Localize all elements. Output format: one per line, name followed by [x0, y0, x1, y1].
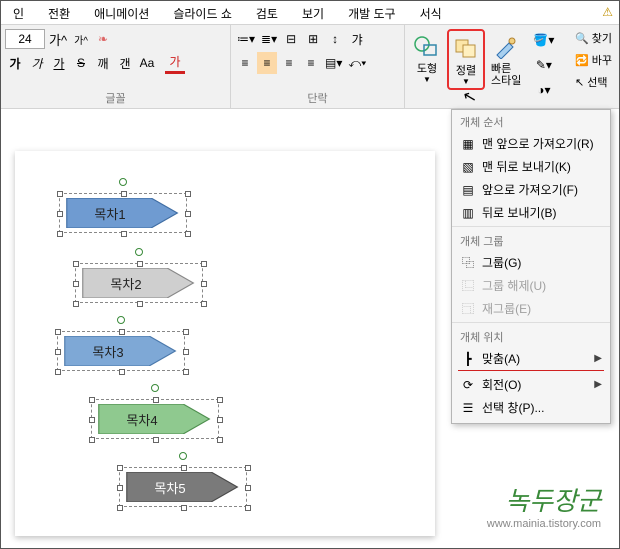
- bring-to-front-icon: ▦: [460, 136, 476, 152]
- bullets-button[interactable]: ≔▾: [235, 28, 257, 50]
- warning-icon: ⚠: [596, 1, 619, 24]
- shape-1[interactable]: 목차1: [59, 193, 187, 233]
- rotate-item[interactable]: ⟳ 회전(O) ▶: [452, 373, 610, 396]
- selection-pane-icon: ☰: [460, 400, 476, 416]
- select-button[interactable]: ↖선택: [571, 71, 619, 93]
- align-icon: ┣: [460, 351, 476, 367]
- align-left-button[interactable]: ≡: [235, 52, 255, 74]
- dd-section-order: 개체 순서: [452, 110, 610, 132]
- group-item[interactable]: ⿻ 그룹(G): [452, 251, 610, 274]
- regroup-item: ⿹ 재그룹(E): [452, 297, 610, 320]
- bring-forward-item[interactable]: ▤ 앞으로 가져오기(F): [452, 178, 610, 201]
- text-direction-button[interactable]: 갸: [347, 28, 367, 50]
- watermark: 녹두장군 www.mainia.tistory.com: [487, 481, 601, 530]
- strike-button[interactable]: S: [71, 52, 91, 74]
- clear-format-button[interactable]: ❧: [93, 28, 113, 50]
- quick-styles-button[interactable]: 빠른 스타일: [487, 29, 525, 89]
- send-backward-item[interactable]: ▥ 뒤로 보내기(B): [452, 201, 610, 224]
- bring-to-front-item[interactable]: ▦ 맨 앞으로 가져오기(R): [452, 132, 610, 155]
- font-color-button[interactable]: 가: [165, 52, 185, 74]
- tab-4[interactable]: 검토: [244, 1, 290, 24]
- align-center-button[interactable]: ≡: [257, 52, 277, 74]
- dd-section-group: 개체 그룹: [452, 229, 610, 251]
- tab-5[interactable]: 보기: [290, 1, 336, 24]
- shapes-icon: [413, 31, 441, 63]
- shape-3[interactable]: 목차3: [57, 331, 185, 371]
- indent-inc-button[interactable]: ⊞: [303, 28, 323, 50]
- paragraph-group: ≔▾ ≣▾ ⊟ ⊞ ↕ 갸 ≡ ≡ ≡ ≡ ▤▾ ⤺▾ 단락: [231, 25, 405, 108]
- dd-section-position: 개체 위치: [452, 325, 610, 347]
- ungroup-icon: ⿺: [460, 278, 476, 294]
- rotate-icon: ⟳: [460, 377, 476, 393]
- tab-1[interactable]: 전환: [36, 1, 82, 24]
- group-icon: ⿻: [460, 255, 476, 271]
- bold-button[interactable]: 가: [5, 52, 25, 74]
- tab-0[interactable]: 인: [1, 1, 36, 24]
- arrange-icon: [453, 33, 479, 65]
- arrange-dropdown: 개체 순서 ▦ 맨 앞으로 가져오기(R) ▧ 맨 뒤로 보내기(K) ▤ 앞으…: [451, 109, 611, 424]
- submenu-arrow-icon: ▶: [594, 353, 602, 364]
- selection-pane-item[interactable]: ☰ 선택 창(P)...: [452, 396, 610, 419]
- grow-font-button[interactable]: 가^: [47, 28, 69, 50]
- justify-button[interactable]: ≡: [301, 52, 321, 74]
- numbering-button[interactable]: ≣▾: [259, 28, 279, 50]
- submenu-arrow-icon: ▶: [594, 379, 602, 390]
- ungroup-item: ⿺ 그룹 해제(U): [452, 274, 610, 297]
- send-to-back-icon: ▧: [460, 159, 476, 175]
- shape-outline-button[interactable]: ✎▾: [531, 54, 556, 76]
- tab-3[interactable]: 슬라이드 쇼: [161, 1, 244, 24]
- highlight-underline: [458, 370, 604, 371]
- shape-4[interactable]: 목차4: [91, 399, 219, 439]
- columns-button[interactable]: ▤▾: [323, 52, 344, 74]
- arrange-button[interactable]: 정렬 ▼: [447, 29, 485, 90]
- tab-2[interactable]: 애니메이션: [82, 1, 161, 24]
- slide-canvas[interactable]: 목차1 목차2 목차3 목차4 목차5: [15, 151, 435, 536]
- shape-effects-button[interactable]: ◑▾: [531, 79, 556, 101]
- shadow-button[interactable]: 깨: [93, 52, 113, 74]
- font-group-label: 글꼴: [5, 88, 226, 108]
- editing-tools: 🔍찾기 🔁바꾸 ↖선택: [571, 27, 619, 93]
- case-button[interactable]: Aa: [137, 52, 157, 74]
- shrink-font-button[interactable]: 가^: [71, 28, 91, 50]
- underline-button[interactable]: 가: [49, 52, 69, 74]
- spacing-button[interactable]: 갠: [115, 52, 135, 74]
- find-button[interactable]: 🔍찾기: [571, 27, 619, 49]
- indent-dec-button[interactable]: ⊟: [281, 28, 301, 50]
- send-to-back-item[interactable]: ▧ 맨 뒤로 보내기(K): [452, 155, 610, 178]
- quick-styles-icon: [493, 31, 519, 63]
- font-group: 가^ 가^ ❧ 가 가 가 S 깨 갠 Aa 가 글꼴: [1, 25, 231, 108]
- paragraph-group-label: 단락: [235, 88, 400, 108]
- tab-6[interactable]: 개발 도구: [336, 1, 408, 24]
- bring-forward-icon: ▤: [460, 182, 476, 198]
- regroup-icon: ⿹: [460, 301, 476, 317]
- shape-5[interactable]: 목차5: [119, 467, 247, 507]
- find-icon: 🔍: [575, 32, 589, 45]
- align-item[interactable]: ┣ 맞춤(A) ▶: [452, 347, 610, 370]
- select-cursor-icon: ↖: [575, 76, 584, 89]
- replace-button[interactable]: 🔁바꾸: [571, 49, 619, 71]
- ribbon: 가^ 가^ ❧ 가 가 가 S 깨 갠 Aa 가 글꼴 ≔▾ ≣▾ ⊟ ⊞ ↕ …: [1, 25, 619, 109]
- tab-7[interactable]: 서식: [408, 1, 454, 24]
- shape-2[interactable]: 목차2: [75, 263, 203, 303]
- convert-button[interactable]: ⤺▾: [346, 52, 368, 74]
- font-size-input[interactable]: [5, 29, 45, 49]
- align-right-button[interactable]: ≡: [279, 52, 299, 74]
- line-spacing-button[interactable]: ↕: [325, 28, 345, 50]
- menu-bar: 인 전환 애니메이션 슬라이드 쇼 검토 보기 개발 도구 서식 ⚠: [1, 1, 619, 25]
- shape-fill-button[interactable]: 🪣▾: [531, 29, 556, 51]
- italic-button[interactable]: 가: [27, 52, 47, 74]
- send-backward-icon: ▥: [460, 205, 476, 221]
- replace-icon: 🔁: [575, 54, 589, 67]
- shapes-button[interactable]: 도형 ▼: [409, 29, 445, 86]
